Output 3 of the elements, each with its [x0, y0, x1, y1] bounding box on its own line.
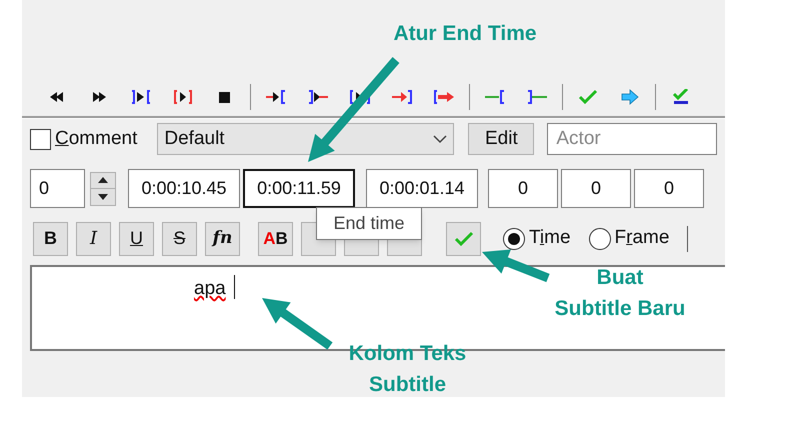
annotation-label: Buat Subtitle Baru [554, 265, 686, 322]
annotation-label: Atur End Time [392, 21, 538, 47]
tooltip: End time [316, 207, 422, 240]
